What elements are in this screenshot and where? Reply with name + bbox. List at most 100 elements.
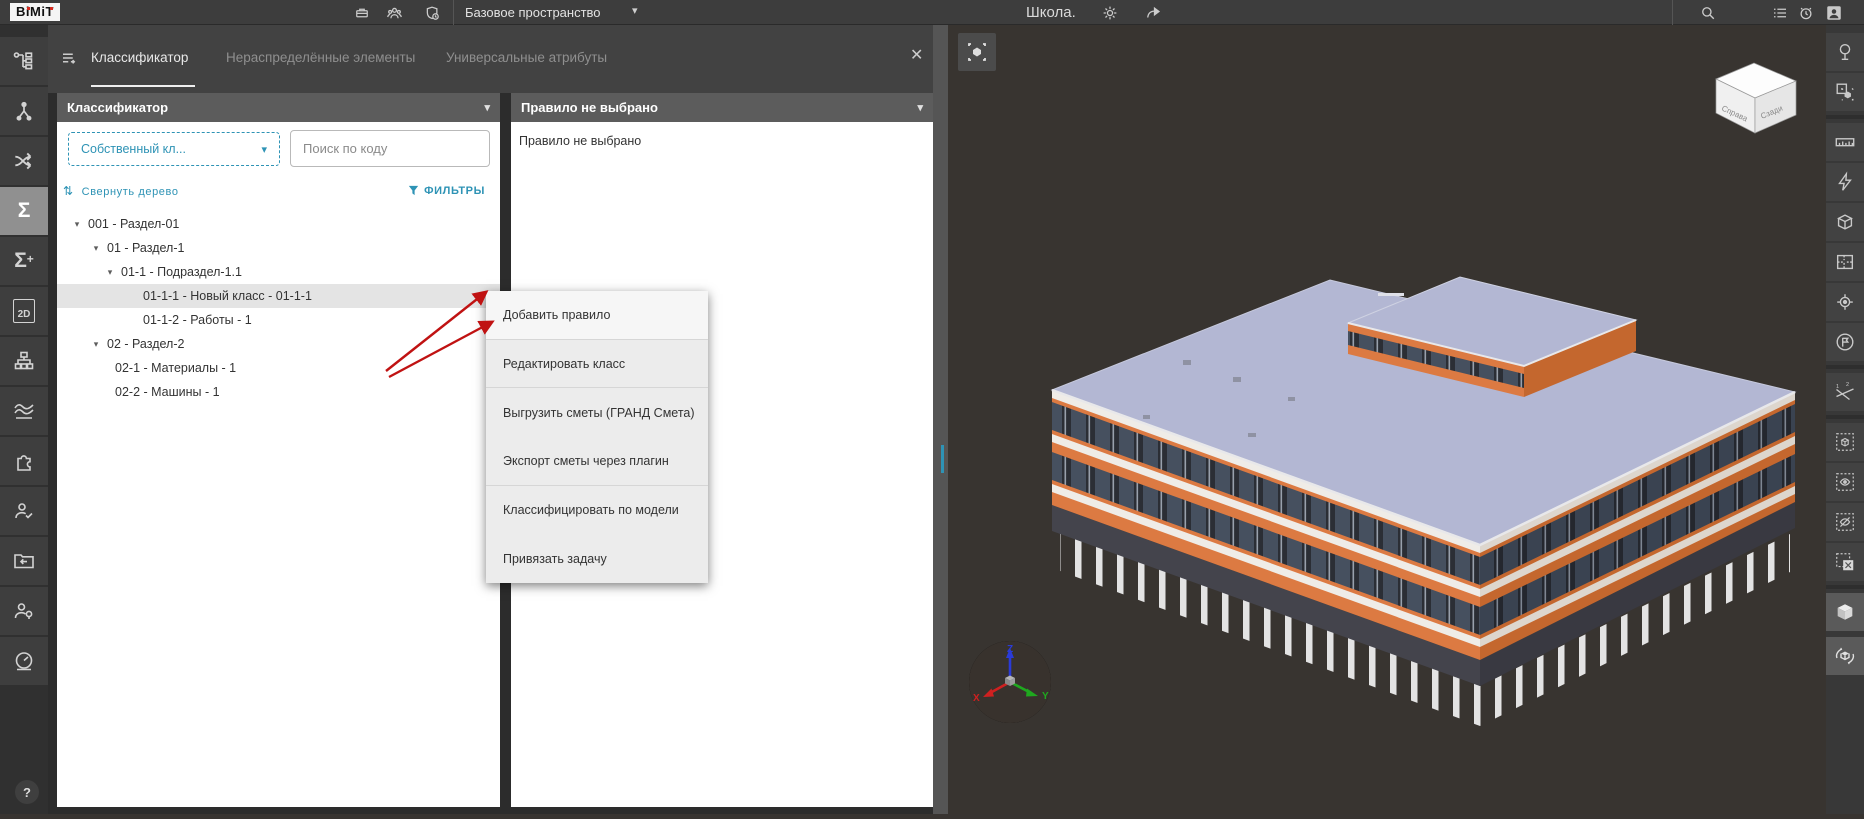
panel-resize-gutter xyxy=(933,25,948,814)
menu-item-export-plugin[interactable]: Экспорт сметы через плагин xyxy=(486,437,708,486)
toolbar-separator xyxy=(1826,415,1864,419)
right-toolbar: 1 2 xyxy=(1826,25,1864,814)
workspace-selector[interactable]: Базовое пространство xyxy=(465,5,601,20)
flag-circle-icon[interactable] xyxy=(1826,323,1864,361)
hide-box-icon[interactable] xyxy=(1826,503,1864,541)
chevron-down-icon: ▾ xyxy=(261,143,267,156)
shuffle-icon[interactable] xyxy=(0,137,48,185)
sigma-plus-icon[interactable]: Σ+ xyxy=(0,237,48,285)
project-title: Школа. xyxy=(1026,4,1076,21)
plugins-puzzle-icon[interactable] xyxy=(0,437,48,485)
own-classifier-label: Собственный кл... xyxy=(81,142,186,156)
person-pin-icon[interactable] xyxy=(0,587,48,635)
tree-row-label: 02 - Раздел-2 xyxy=(107,337,184,351)
org-chart-icon[interactable] xyxy=(0,337,48,385)
settings-gear-icon[interactable] xyxy=(1100,3,1120,23)
tree-row[interactable]: 02-2 - Машины - 1 xyxy=(57,380,500,404)
own-classifier-dropdown[interactable]: Собственный кл... ▾ xyxy=(68,132,280,166)
select-elements-icon[interactable] xyxy=(1826,73,1864,111)
clear-box-icon[interactable] xyxy=(1826,543,1864,581)
nodes-icon[interactable] xyxy=(0,87,48,135)
classifier-sigma-icon[interactable]: Σ xyxy=(0,187,48,235)
tab-universal-attributes[interactable]: Универсальные атрибуты xyxy=(446,50,607,65)
filter-funnel-icon xyxy=(407,184,420,197)
share-icon[interactable] xyxy=(1143,3,1163,23)
sheet-2d-icon[interactable]: 2D xyxy=(0,287,48,335)
rule-dropdown-header[interactable]: Правило не выбрано ▾ xyxy=(511,93,933,122)
bimit-logo[interactable]: BiMiT xyxy=(10,3,60,21)
axis-gizmo[interactable]: Z X Y xyxy=(965,638,1055,728)
rule-header-label: Правило не выбрано xyxy=(521,100,658,115)
search-icon[interactable] xyxy=(1698,3,1718,23)
clash-number-two: 2 xyxy=(1846,382,1849,388)
topbar-divider xyxy=(1672,0,1673,25)
tree-row-label: 02-2 - Машины - 1 xyxy=(115,385,220,399)
tree-expand-caret-icon[interactable]: ▾ xyxy=(90,339,102,350)
gauge-icon[interactable] xyxy=(0,637,48,685)
viewport-3d[interactable]: Справа Сзади Z X Y xyxy=(948,25,1826,814)
code-search-input[interactable] xyxy=(290,130,490,167)
locate-icon[interactable] xyxy=(1826,283,1864,321)
team-icon[interactable] xyxy=(384,3,404,23)
clash-number-one: 1 xyxy=(1836,384,1839,390)
tree-expand-caret-icon[interactable]: ▾ xyxy=(71,219,83,230)
tree-row[interactable]: ▾01 - Раздел-1 xyxy=(57,236,500,260)
tree-row[interactable]: 02-1 - Материалы - 1 xyxy=(57,356,500,380)
menu-item-classify-by-model[interactable]: Классифицировать по модели xyxy=(486,486,708,535)
tree-expand-caret-icon[interactable]: ▾ xyxy=(90,243,102,254)
model-tree-icon[interactable] xyxy=(0,37,48,85)
focus-hexagon-icon xyxy=(965,40,989,64)
clash-icon[interactable]: 1 2 xyxy=(1826,373,1864,411)
tree-row-label: 01-1-1 - Новый класс - 01-1-1 xyxy=(143,289,312,303)
folder-export-icon[interactable] xyxy=(0,537,48,585)
rule-empty-text: Правило не выбрано xyxy=(519,134,641,148)
orbit-icon[interactable] xyxy=(1826,637,1864,675)
notifications-icon[interactable] xyxy=(1796,3,1816,23)
building-model xyxy=(948,25,1826,814)
collapse-tree-button[interactable]: ⇅Свернуть дерево xyxy=(63,184,179,198)
tree-row[interactable]: ▾ 02 - Раздел-2 xyxy=(57,332,500,356)
tree-row[interactable]: 01-1-2 - Работы - 1 xyxy=(57,308,500,332)
tab-undistributed-elements[interactable]: Нераспределённые элементы xyxy=(226,50,415,65)
section-box-icon[interactable] xyxy=(1826,203,1864,241)
ruler-icon[interactable] xyxy=(1826,123,1864,161)
show-box-icon[interactable] xyxy=(1826,463,1864,501)
toolbar-separator xyxy=(1826,115,1864,119)
chevron-down-icon[interactable]: ▾ xyxy=(917,101,923,114)
isolate-box-icon[interactable] xyxy=(1826,423,1864,461)
help-button[interactable]: ? xyxy=(15,780,39,804)
sigma-glyph: Σ xyxy=(14,249,27,272)
classifier-dropdown-header[interactable]: Классификатор ▾ xyxy=(57,93,500,122)
chevron-down-icon[interactable]: ▾ xyxy=(484,101,490,114)
floorplan-icon[interactable] xyxy=(1826,243,1864,281)
solid-cube-icon[interactable] xyxy=(1826,593,1864,631)
user-icon[interactable] xyxy=(1824,3,1844,23)
menu-list-icon[interactable] xyxy=(1770,3,1790,23)
left-toolbar: Σ Σ+ 2D xyxy=(0,25,48,814)
gizmo-y-label: Y xyxy=(1042,691,1049,702)
logo-dot xyxy=(50,7,53,10)
tree-row[interactable]: ▾001 - Раздел-01 xyxy=(57,212,500,236)
tree-expand-caret-icon[interactable]: ▾ xyxy=(104,267,116,278)
tree-row[interactable]: ▾01-1 - Подраздел-1.1 xyxy=(57,260,500,284)
workspace-caret-icon[interactable]: ▾ xyxy=(632,4,638,17)
resize-handle[interactable] xyxy=(941,445,944,473)
panel-menu-icon[interactable] xyxy=(60,49,78,72)
shield-status-icon[interactable] xyxy=(422,3,442,23)
briefcase-icon[interactable] xyxy=(352,3,372,23)
menu-item-export-grand-smeta[interactable]: Выгрузить сметы (ГРАНД Смета) xyxy=(486,388,708,437)
menu-item-bind-task[interactable]: Привязать задачу xyxy=(486,534,708,583)
menu-item-edit-class[interactable]: Редактировать класс xyxy=(486,340,708,389)
person-check-icon[interactable] xyxy=(0,487,48,535)
close-icon[interactable]: ✕ xyxy=(910,45,923,65)
navigation-cube[interactable]: Справа Сзади xyxy=(1708,53,1804,139)
focus-selection-button[interactable] xyxy=(958,33,996,71)
tree-icon[interactable] xyxy=(1826,33,1864,71)
flash-icon[interactable] xyxy=(1826,163,1864,201)
menu-item-add-rule[interactable]: Добавить правило xyxy=(486,291,708,340)
tab-classifier[interactable]: Классификатор xyxy=(91,50,188,65)
collapse-updown-icon: ⇅ xyxy=(63,184,74,198)
filters-button[interactable]: ФИЛЬТРЫ xyxy=(407,184,485,197)
trend-chart-icon[interactable] xyxy=(0,387,48,435)
tree-row-selected[interactable]: 01-1-1 - Новый класс - 01-1-1 xyxy=(57,284,500,308)
